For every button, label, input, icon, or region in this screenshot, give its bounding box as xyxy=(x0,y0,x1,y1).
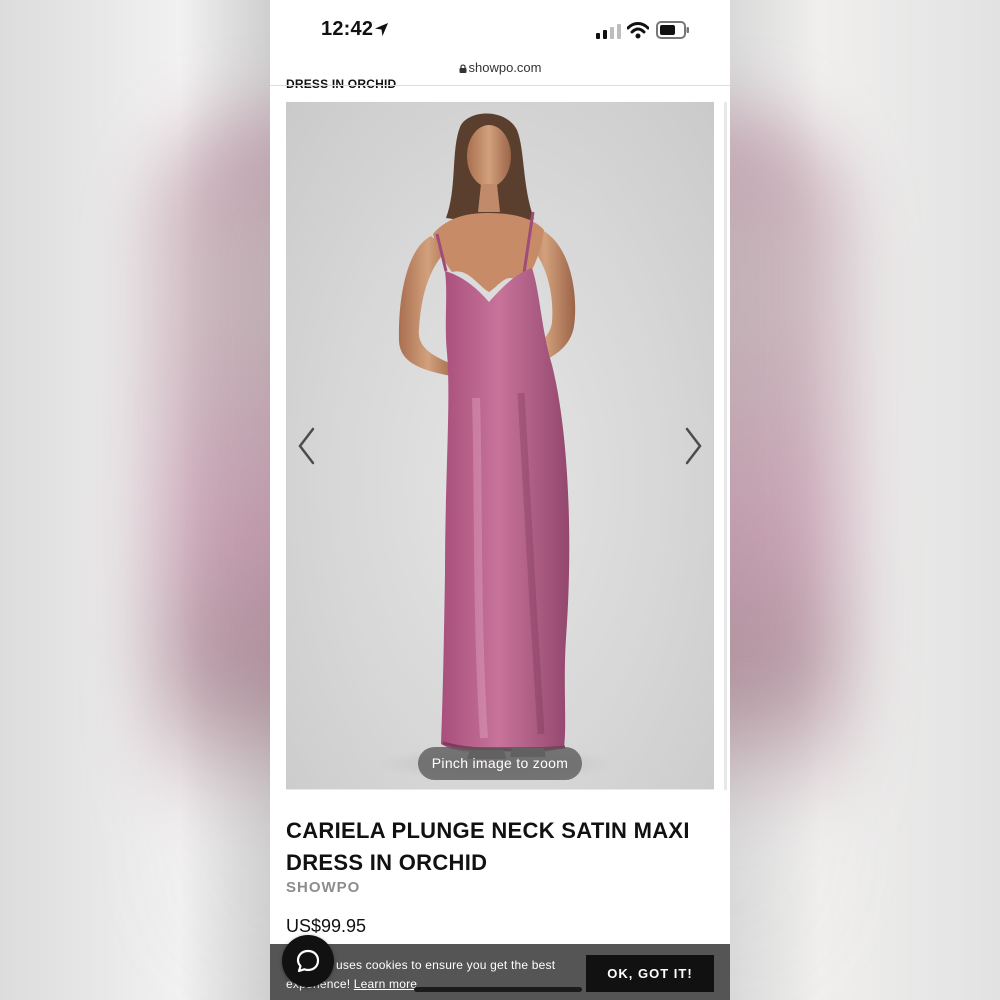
chevron-right-icon[interactable] xyxy=(679,424,707,468)
blurred-background-right xyxy=(730,0,1000,1000)
lock-icon xyxy=(459,64,466,73)
blurred-background-figure xyxy=(730,110,845,990)
chevron-left-icon[interactable] xyxy=(293,424,321,468)
status-time: 12:42 xyxy=(321,18,374,40)
chat-button[interactable] xyxy=(282,935,334,987)
mobile-screen: 12:42 showpo.com DRESS IN ORCHID Pinch i… xyxy=(270,0,730,1000)
chat-bubble-icon xyxy=(296,949,320,973)
ios-status-bar: 12:42 xyxy=(270,0,730,54)
product-image-gallery[interactable]: Pinch image to zoom xyxy=(286,102,714,790)
location-arrow-icon xyxy=(374,22,389,37)
gallery-divider xyxy=(286,789,714,790)
blurred-background-figure xyxy=(155,110,270,990)
product-brand[interactable]: SHOWPO xyxy=(286,879,360,896)
product-image[interactable] xyxy=(286,102,714,790)
battery-icon xyxy=(656,21,689,39)
browser-url: showpo.com xyxy=(468,60,542,75)
cookie-message-start: uses cookies to ensure you get the best xyxy=(336,958,556,972)
blurred-background-left xyxy=(0,0,270,1000)
product-price: US$99.95 xyxy=(286,916,367,936)
browser-toolbar-divider xyxy=(270,85,730,86)
product-title: CARIELA PLUNGE NECK SATIN MAXI DRESS IN … xyxy=(286,818,690,875)
pinch-to-zoom-hint: Pinch image to zoom xyxy=(418,747,582,780)
cellular-signal-icon xyxy=(596,24,621,39)
next-image-peek[interactable] xyxy=(724,102,727,790)
accept-cookies-button[interactable]: OK, GOT IT! xyxy=(586,955,714,992)
ios-home-indicator xyxy=(414,987,582,992)
wifi-icon xyxy=(627,22,649,39)
model-neck xyxy=(478,184,500,212)
model-face xyxy=(467,125,511,187)
learn-more-link[interactable]: Learn more xyxy=(354,977,417,991)
